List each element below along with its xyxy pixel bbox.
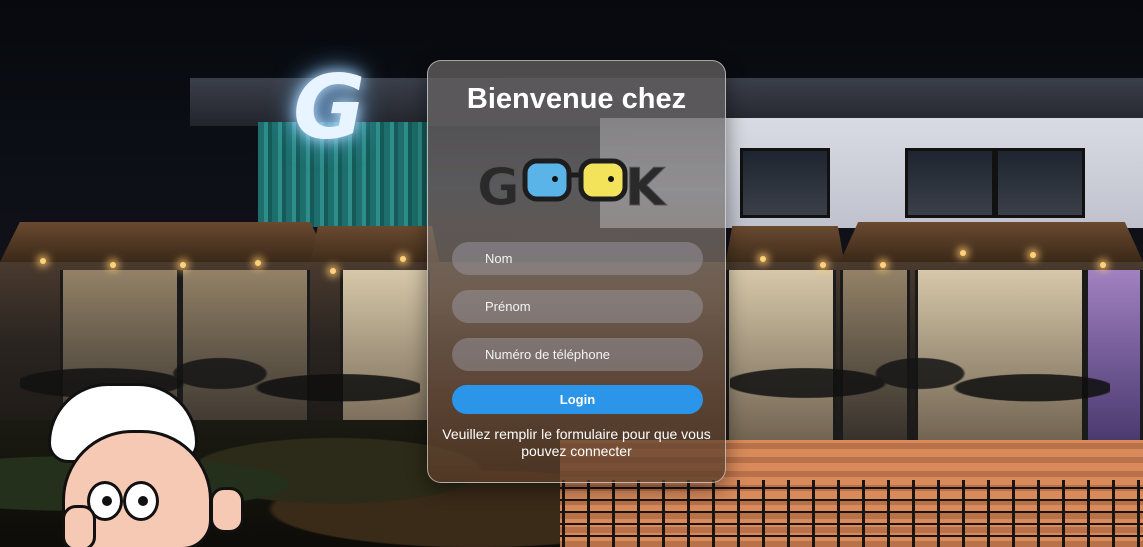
phone-input[interactable]	[452, 338, 703, 371]
chef-mascot-icon	[22, 375, 252, 547]
welcome-title: Bienvenue chez	[466, 83, 687, 115]
gook-logo: G K	[477, 158, 668, 219]
svg-text:G: G	[477, 158, 520, 218]
prenom-input[interactable]	[452, 290, 703, 323]
form-hint: Veuillez remplir le formulaire pour que …	[442, 426, 711, 459]
login-button[interactable]: Login	[452, 385, 703, 414]
restaurant-neon-sign: G	[293, 56, 365, 159]
svg-text:K: K	[625, 158, 667, 218]
login-card: Bienvenue chez G K Login Veuillez rempli…	[427, 60, 726, 483]
nom-input[interactable]	[452, 242, 703, 275]
